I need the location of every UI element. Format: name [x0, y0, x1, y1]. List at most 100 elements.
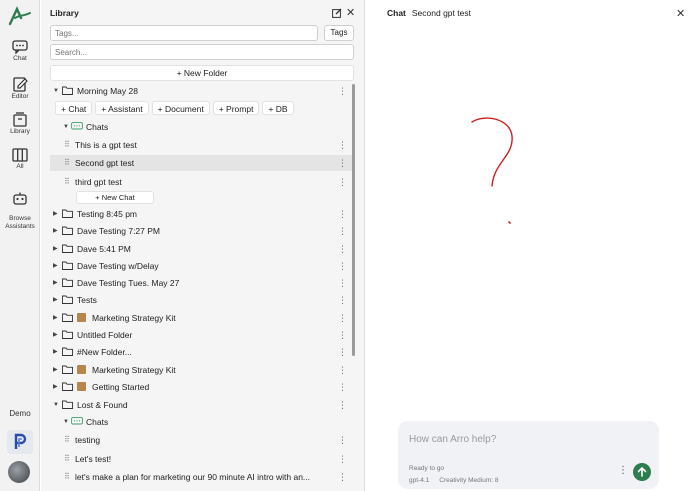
chats-group-row[interactable]: ▼ Chats — [50, 119, 355, 135]
creativity-setting[interactable]: Creativity Medium: 8 — [439, 477, 498, 484]
workspace-name[interactable]: Demo — [0, 409, 40, 418]
more-icon[interactable]: ⋮ — [338, 362, 347, 378]
rail-library[interactable]: Library — [0, 111, 40, 135]
add-document-button[interactable]: + Document — [151, 101, 210, 115]
tags-button[interactable]: Tags — [324, 25, 354, 41]
editor-icon — [13, 77, 28, 92]
drag-handle-icon[interactable]: ⠿ — [64, 469, 70, 485]
folder-row[interactable]: ▶ Testing 8:45 pm ⋮ — [50, 206, 355, 222]
chevron-right-icon[interactable]: ▶ — [53, 241, 58, 257]
rail-chat[interactable]: Chat — [0, 40, 40, 62]
folder-row[interactable]: ▶ Dave Testing w/Delay ⋮ — [50, 258, 355, 274]
chat-title: Let's test! — [75, 454, 112, 464]
folder-row[interactable]: ▶ Tests ⋮ — [50, 292, 355, 308]
chevron-right-icon[interactable]: ▶ — [53, 223, 58, 239]
chevron-right-icon[interactable]: ▶ — [53, 344, 58, 360]
new-folder-button[interactable]: + New Folder — [50, 65, 354, 81]
folder-row[interactable]: ▼ Morning May 28 ⋮ — [50, 83, 355, 99]
send-button[interactable] — [633, 463, 651, 481]
chevron-down-icon[interactable]: ▼ — [63, 119, 69, 135]
more-icon[interactable]: ⋮ — [338, 292, 347, 308]
chevron-right-icon[interactable]: ▶ — [53, 362, 58, 378]
new-chat-button[interactable]: + New Chat — [76, 191, 154, 204]
close-library-icon[interactable]: ✕ — [346, 6, 355, 19]
more-icon[interactable]: ⋮ — [338, 258, 347, 274]
close-chat-icon[interactable]: ✕ — [676, 7, 685, 20]
folder-icon — [62, 400, 73, 409]
more-icon[interactable]: ⋮ — [338, 174, 347, 190]
edit-icon[interactable] — [332, 8, 342, 18]
folder-row[interactable]: ▼ Lost & Found ⋮ — [50, 397, 355, 413]
add-db-button[interactable]: + DB — [262, 101, 294, 115]
folder-row[interactable]: ▶ Marketing Strategy Kit ⋮ — [50, 362, 355, 378]
chat-row[interactable]: ⠿ testing ⋮ — [50, 432, 355, 448]
folder-icon — [62, 244, 73, 253]
rail-browse-assistants[interactable]: Browse Assistants — [0, 184, 40, 231]
more-icon[interactable]: ⋮ — [338, 451, 347, 467]
chevron-right-icon[interactable]: ▶ — [53, 206, 58, 222]
more-icon[interactable]: ⋮ — [338, 137, 347, 153]
folder-label: Dave Testing 7:27 PM — [77, 226, 160, 236]
folder-label: Dave Testing Tues. May 27 — [77, 278, 180, 288]
folder-row[interactable]: ▶ Marketing Strategy Kit ⋮ — [50, 310, 355, 326]
chats-group-row[interactable]: ▼ Chats — [50, 414, 355, 430]
chevron-right-icon[interactable]: ▶ — [53, 327, 58, 343]
more-icon[interactable]: ⋮ — [338, 469, 347, 485]
chevron-right-icon[interactable]: ▶ — [53, 379, 58, 395]
chat-composer[interactable]: How can Arro help? Ready to go gpt-4.1 Cr… — [398, 421, 659, 489]
folder-row[interactable]: ▶ Dave 5:41 PM ⋮ — [50, 241, 355, 257]
chevron-down-icon[interactable]: ▼ — [53, 397, 59, 413]
more-icon[interactable]: ⋮ — [338, 397, 347, 413]
folder-row[interactable]: ▶ Getting Started ⋮ — [50, 379, 355, 395]
more-icon[interactable]: ⋮ — [338, 155, 347, 171]
folder-row[interactable]: ▶ Dave Testing 7:27 PM ⋮ — [50, 223, 355, 239]
user-avatar[interactable] — [8, 461, 30, 483]
library-scrollbar[interactable] — [352, 84, 355, 356]
chevron-right-icon[interactable]: ▶ — [53, 292, 58, 308]
folder-label: Testing 8:45 pm — [77, 209, 138, 219]
more-icon[interactable]: ⋮ — [338, 432, 347, 448]
chevron-right-icon[interactable]: ▶ — [53, 275, 58, 291]
add-chat-button[interactable]: + Chat — [55, 101, 93, 115]
drag-handle-icon[interactable]: ⠿ — [64, 155, 70, 171]
workspace-logo-icon[interactable] — [7, 430, 33, 454]
more-icon[interactable]: ⋮ — [338, 310, 347, 326]
more-icon[interactable]: ⋮ — [338, 327, 347, 343]
more-icon[interactable]: ⋮ — [338, 223, 347, 239]
rail-editor[interactable]: Editor — [0, 76, 40, 100]
folder-row[interactable]: ▶ #New Folder... ⋮ — [50, 344, 355, 360]
drag-handle-icon[interactable]: ⠿ — [64, 432, 70, 448]
drag-handle-icon[interactable]: ⠿ — [64, 137, 70, 153]
chat-row-selected[interactable]: ⠿ Second gpt test ⋮ — [50, 155, 355, 171]
more-icon[interactable]: ⋮ — [338, 379, 347, 395]
drag-handle-icon[interactable]: ⠿ — [64, 451, 70, 467]
chat-row[interactable]: ⠿ let's make a plan for marketing our 90… — [50, 469, 355, 485]
add-assistant-button[interactable]: + Assistant — [95, 101, 149, 115]
chevron-right-icon[interactable]: ▶ — [53, 310, 58, 326]
chat-row[interactable]: ⠿ third gpt test ⋮ — [50, 174, 355, 190]
chat-title: let's make a plan for marketing our 90 m… — [75, 472, 311, 482]
drag-handle-icon[interactable]: ⠿ — [64, 174, 70, 190]
more-icon[interactable]: ⋮ — [338, 344, 347, 360]
add-prompt-button[interactable]: + Prompt — [212, 101, 260, 115]
arro-logo-icon[interactable] — [8, 6, 32, 26]
chat-row[interactable]: ⠿ Let's test! ⋮ — [50, 451, 355, 467]
rail-all[interactable]: All — [0, 148, 40, 170]
chevron-down-icon[interactable]: ▼ — [53, 83, 59, 99]
more-options-icon[interactable]: ⋮ — [618, 465, 628, 476]
folder-row[interactable]: ▶ Dave Testing Tues. May 27 ⋮ — [50, 275, 355, 291]
package-icon — [77, 382, 86, 391]
more-icon[interactable]: ⋮ — [338, 83, 347, 99]
search-input[interactable] — [50, 44, 354, 60]
folder-row[interactable]: ▶ Untitled Folder ⋮ — [50, 327, 355, 343]
more-icon[interactable]: ⋮ — [338, 275, 347, 291]
chevron-right-icon[interactable]: ▶ — [53, 258, 58, 274]
model-name[interactable]: gpt-4.1 — [409, 477, 429, 484]
tags-input[interactable] — [50, 25, 318, 41]
chat-row[interactable]: ⠿ This is a gpt test ⋮ — [50, 137, 355, 153]
status-text: Ready to go — [409, 465, 445, 472]
more-icon[interactable]: ⋮ — [338, 241, 347, 257]
more-icon[interactable]: ⋮ — [338, 206, 347, 222]
message-input[interactable]: How can Arro help? — [409, 434, 496, 445]
chevron-down-icon[interactable]: ▼ — [63, 414, 69, 430]
